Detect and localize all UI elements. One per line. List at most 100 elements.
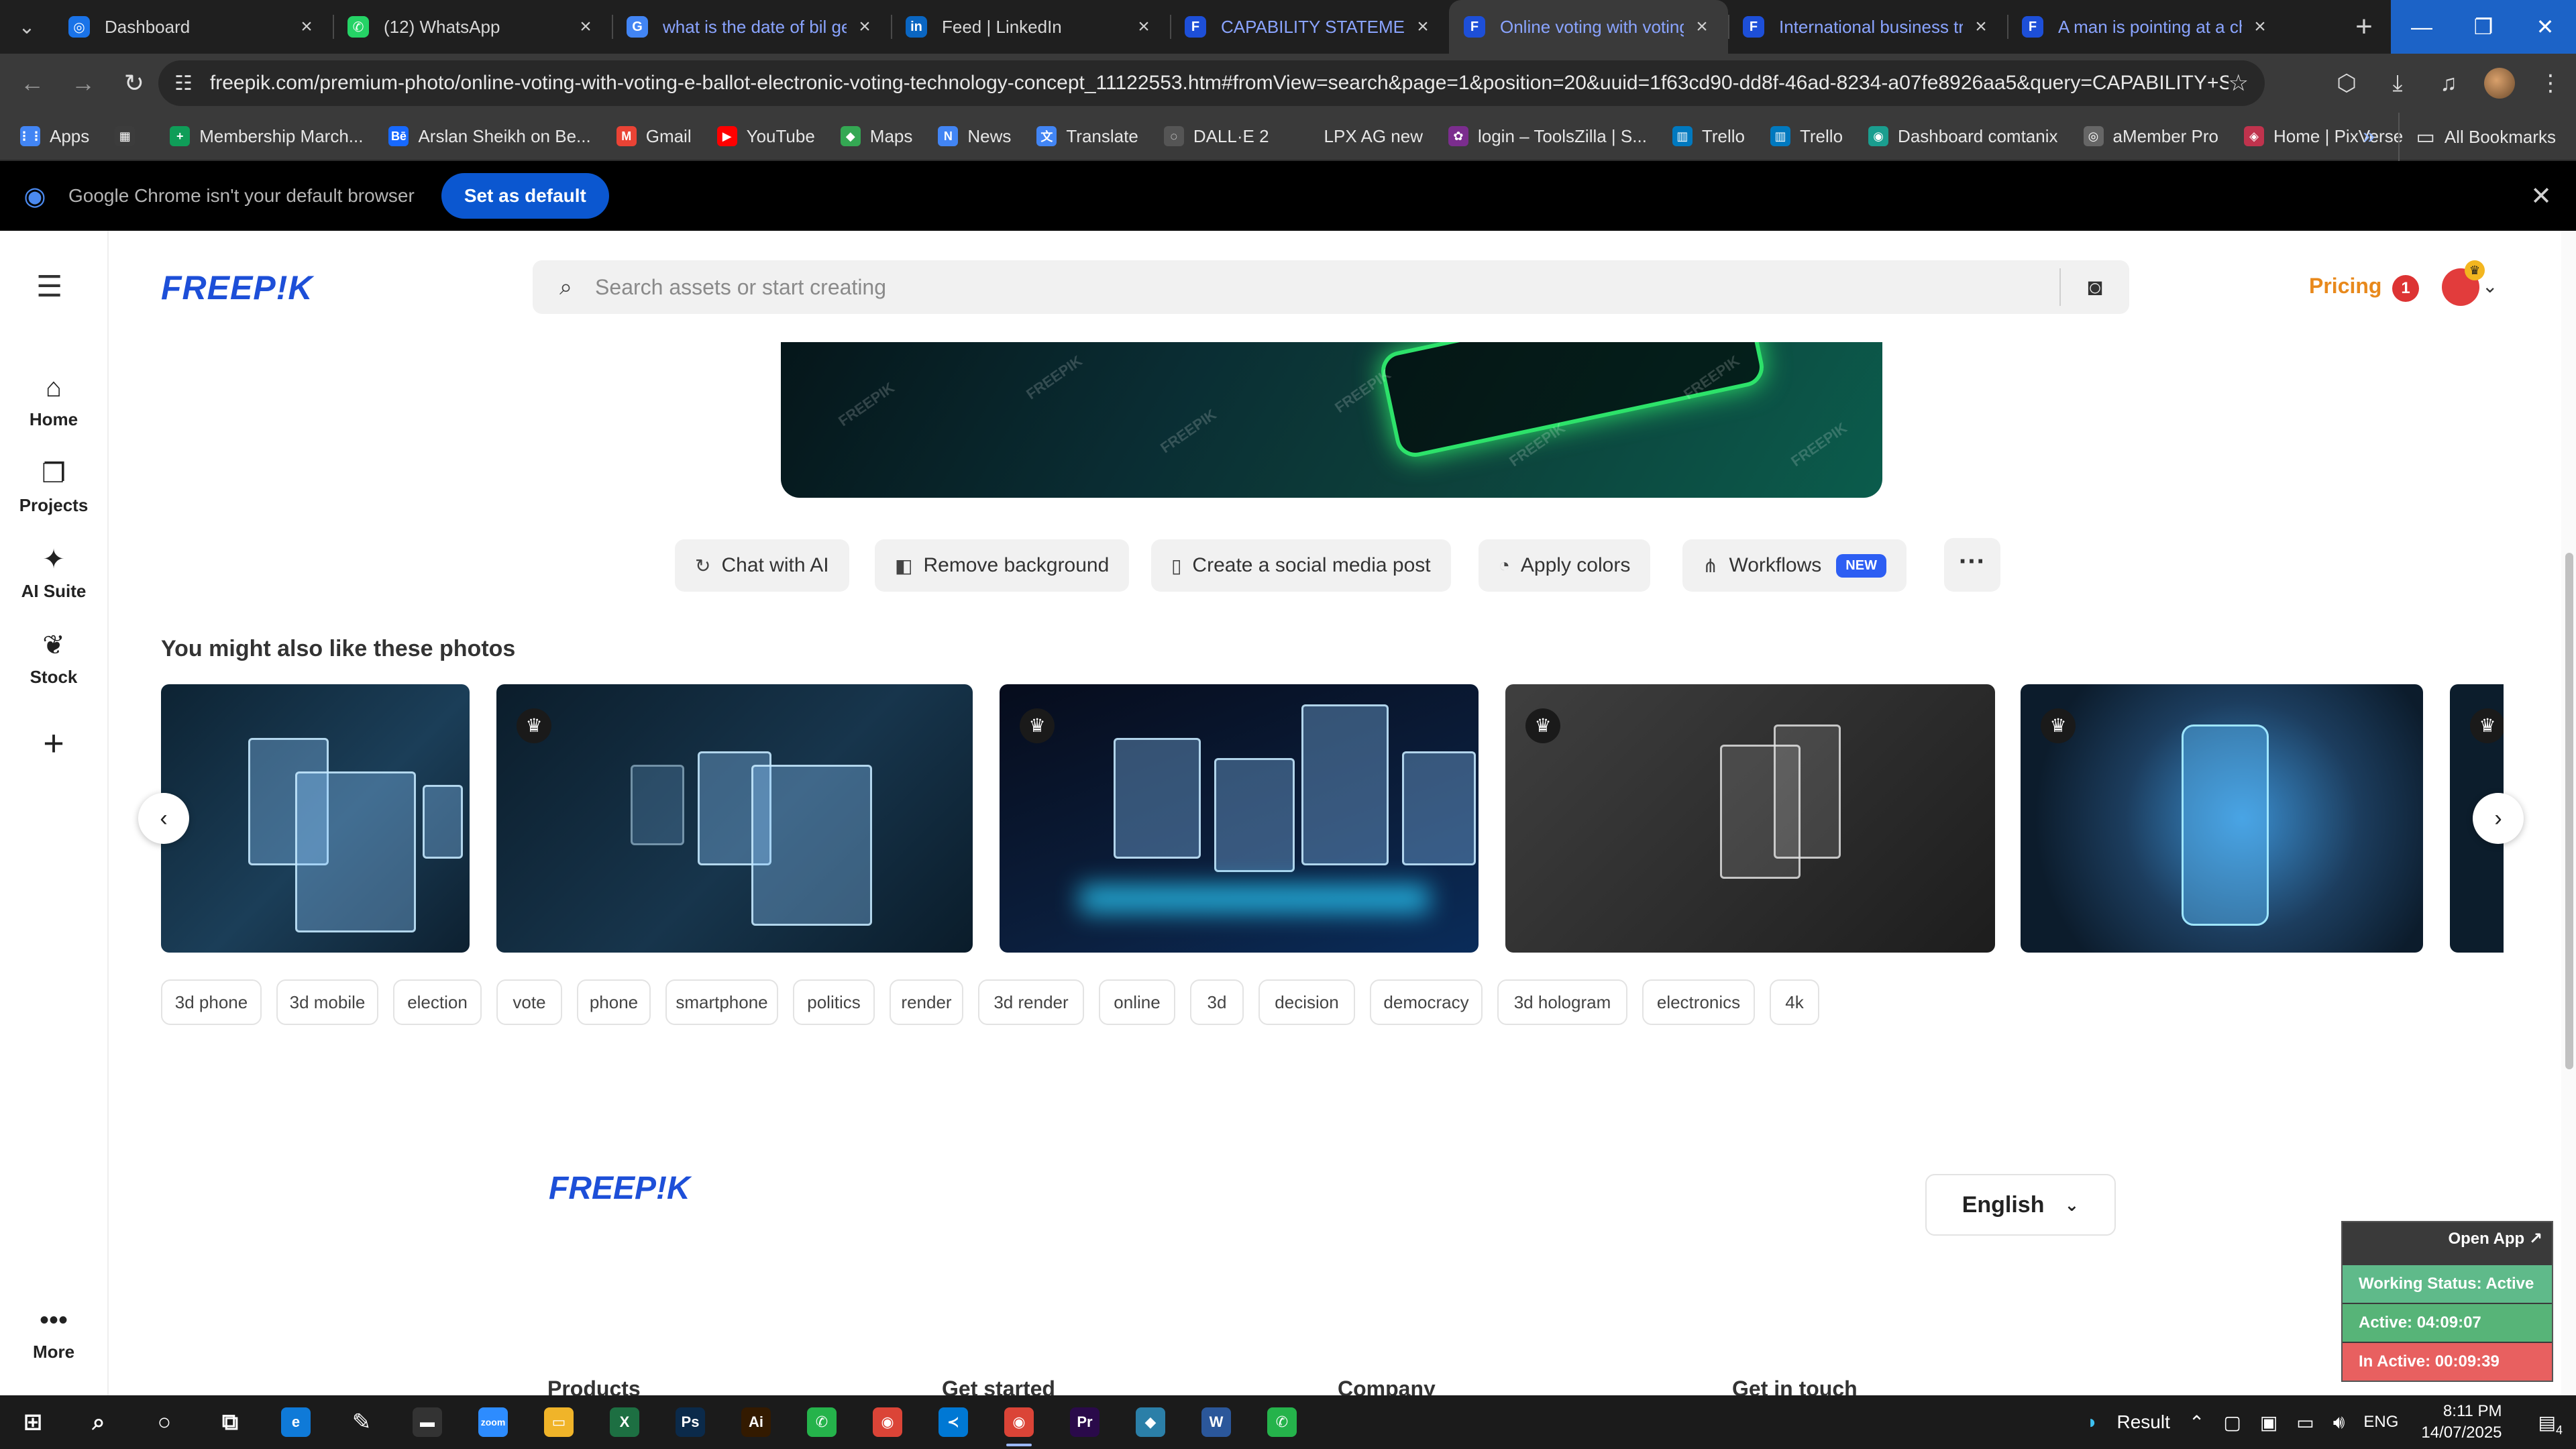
chrome-menu-icon[interactable]: ⋮	[2525, 58, 2576, 109]
back-button[interactable]: ←	[7, 58, 58, 109]
browser-tab[interactable]: ◎ Dashboard ×	[54, 0, 333, 54]
clock[interactable]: 8:11 PM 14/07/2025	[2421, 1401, 2502, 1444]
freepik-logo[interactable]: FREEP!K	[161, 268, 313, 307]
related-photo-2[interactable]: ♛	[496, 684, 973, 953]
chrome-icon[interactable]: ◉	[855, 1395, 920, 1449]
tag-chip[interactable]: 3d render	[978, 979, 1084, 1025]
tag-chip[interactable]: render	[890, 979, 963, 1025]
camera-search-icon[interactable]: ◙	[2088, 273, 2102, 301]
bookmark-item[interactable]: ◆ Maps	[840, 126, 912, 147]
bookmark-item[interactable]: ◈ Home | PixVerse	[2244, 126, 2403, 147]
tab-search-chevron-icon[interactable]: ⌄	[0, 0, 54, 54]
vscode-icon[interactable]: ≺	[920, 1395, 986, 1449]
bookmark-item[interactable]: ▥ Trello	[1672, 126, 1745, 147]
related-photo-5[interactable]: ♛	[2021, 684, 2423, 953]
tag-chip[interactable]: electronics	[1642, 979, 1755, 1025]
search-icon[interactable]: ⌕	[66, 1395, 131, 1449]
scroll-thumb[interactable]	[2565, 553, 2573, 1069]
close-tab-icon[interactable]: ×	[1132, 15, 1155, 38]
browser-tab[interactable]: Gwhat is the date of bil ge ×	[612, 0, 891, 54]
language-indicator[interactable]: ENG	[2363, 1413, 2398, 1432]
browser-tab[interactable]: F A man is pointing at a ch ×	[2007, 0, 2286, 54]
notification-center-icon[interactable]: ▤ 4	[2538, 1411, 2563, 1437]
hamburger-menu-icon[interactable]: ☰	[36, 270, 62, 304]
bookmark-item[interactable]: Bē Arslan Sheikh on Be...	[388, 126, 591, 147]
apply-colors-button[interactable]: ◔ Apply colors	[1479, 539, 1651, 592]
restore-button[interactable]: ❐	[2453, 0, 2514, 54]
related-photo-3[interactable]: ♛	[1000, 684, 1479, 953]
app-icon[interactable]: ◆	[1118, 1395, 1183, 1449]
tag-chip[interactable]: 3d phone	[161, 979, 262, 1025]
more-actions-button[interactable]: ···	[1944, 538, 2000, 592]
profile-avatar[interactable]	[2474, 58, 2525, 109]
search-input[interactable]	[595, 274, 2033, 300]
start-icon[interactable]: ⊞	[0, 1395, 66, 1449]
tray-result-label[interactable]: Result	[2117, 1411, 2170, 1433]
terminal-icon[interactable]: ▬	[394, 1395, 460, 1449]
bookmark-item[interactable]: ✿ login – ToolsZilla | S...	[1448, 126, 1647, 147]
carousel-next-button[interactable]: ›	[2473, 793, 2524, 844]
close-tab-icon[interactable]: ×	[1690, 15, 1713, 38]
address-bar[interactable]: ☷ freepik.com/premium-photo/online-votin…	[158, 60, 2265, 106]
minimize-button[interactable]: —	[2391, 0, 2453, 54]
rail-item-home[interactable]: ⌂ Home	[0, 372, 107, 430]
network-icon[interactable]: ▭	[2296, 1411, 2314, 1434]
chrome-active-icon[interactable]: ◉	[986, 1395, 1052, 1449]
bookmark-item[interactable]: ◌ DALL·E 2	[1163, 126, 1269, 147]
rail-item-projects[interactable]: ❐ Projects	[0, 458, 107, 516]
browser-tab[interactable]: ✆ (12) WhatsApp ×	[333, 0, 612, 54]
illustrator-icon[interactable]: Ai	[723, 1395, 789, 1449]
chat-with-ai-button[interactable]: ↻ Chat with AI	[675, 539, 849, 592]
tag-chip[interactable]: 3d	[1190, 979, 1244, 1025]
forward-button[interactable]: →	[58, 58, 109, 109]
notification-badge[interactable]: 1	[2392, 275, 2419, 302]
tag-chip[interactable]: politics	[793, 979, 875, 1025]
language-selector[interactable]: English ⌄	[1925, 1174, 2116, 1236]
close-tab-icon[interactable]: ×	[853, 15, 876, 38]
tray-expand-icon[interactable]: ⌃	[2189, 1411, 2204, 1434]
bookmark-star-icon[interactable]: ☆	[2229, 70, 2249, 97]
all-bookmarks-button[interactable]: ▭ All Bookmarks	[2398, 113, 2556, 161]
display-icon[interactable]: ▣	[2260, 1411, 2277, 1434]
tag-chip[interactable]: 4k	[1770, 979, 1819, 1025]
related-photo-1[interactable]	[161, 684, 470, 953]
tag-chip[interactable]: election	[393, 979, 482, 1025]
set-as-default-button[interactable]: Set as default	[441, 173, 609, 219]
rail-item-stock[interactable]: ❦ Stock	[0, 629, 107, 688]
bookmark-item[interactable]: ▶ YouTube	[716, 126, 815, 147]
premiere-icon[interactable]: Pr	[1052, 1395, 1118, 1449]
tag-chip[interactable]: 3d mobile	[276, 979, 378, 1025]
excel-icon[interactable]: X	[592, 1395, 657, 1449]
volume-icon[interactable]: 🔊︎	[2333, 1411, 2345, 1434]
bookmark-item[interactable]: ◉ Dashboard comtanix	[1868, 126, 2058, 147]
bookmark-item[interactable]: ▦	[115, 126, 144, 146]
browser-tab[interactable]: in Feed | LinkedIn ×	[891, 0, 1170, 54]
chat-app-2-icon[interactable]: ✆	[1249, 1395, 1315, 1449]
close-tab-icon[interactable]: ×	[2249, 15, 2271, 38]
site-info-icon[interactable]: ☷	[174, 72, 193, 95]
bookmark-item[interactable]: ◎ aMember Pro	[2083, 126, 2218, 147]
download-icon[interactable]: ⤓	[2372, 58, 2423, 109]
tag-chip[interactable]: democracy	[1370, 979, 1483, 1025]
close-tab-icon[interactable]: ×	[1411, 15, 1434, 38]
zoom-icon[interactable]: zoom	[460, 1395, 526, 1449]
chat-app-icon[interactable]: ✆	[789, 1395, 855, 1449]
browser-tab[interactable]: F International business tra ×	[1728, 0, 2007, 54]
file-explorer-icon[interactable]: ▭	[526, 1395, 592, 1449]
reload-button[interactable]: ↻	[109, 58, 160, 109]
close-tab-icon[interactable]: ×	[295, 15, 318, 38]
tag-chip[interactable]: 3d hologram	[1497, 979, 1627, 1025]
new-tab-button[interactable]: +	[2337, 0, 2391, 54]
workflows-button[interactable]: ⋔ Workflows NEW	[1682, 539, 1907, 592]
tag-chip[interactable]: online	[1099, 979, 1175, 1025]
related-photo-4[interactable]: ♛	[1505, 684, 1995, 953]
media-controls-icon[interactable]: ♫	[2423, 58, 2474, 109]
cortana-icon[interactable]: ○	[131, 1395, 197, 1449]
tag-chip[interactable]: vote	[496, 979, 562, 1025]
open-app-link[interactable]: Open App ↗	[2448, 1229, 2542, 1248]
bookmark-item[interactable]: ⋮⋮ Apps	[18, 126, 89, 147]
page-scrollbar[interactable]	[2561, 231, 2576, 1395]
bookmark-item[interactable]: ▥ Trello	[1770, 126, 1843, 147]
tag-chip[interactable]: smartphone	[665, 979, 778, 1025]
bookmark-item[interactable]: + Membership March...	[170, 126, 363, 147]
